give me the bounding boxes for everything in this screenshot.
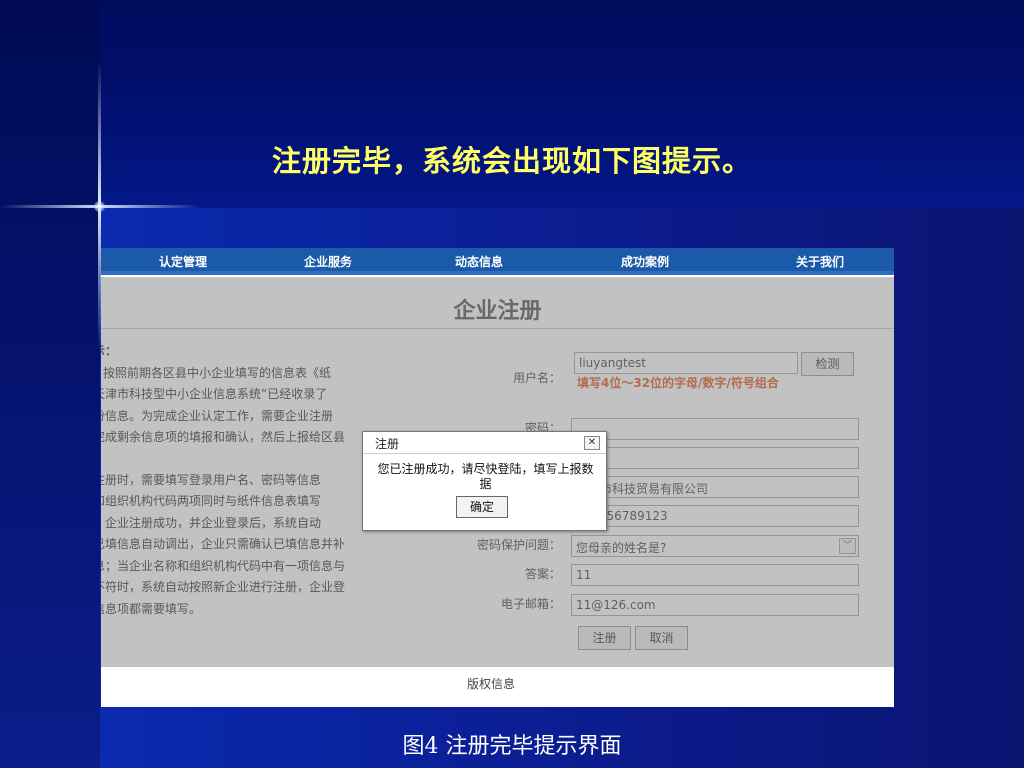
nav-item-about[interactable]: 关于我们: [796, 253, 844, 270]
close-icon[interactable]: ✕: [584, 436, 600, 450]
registration-screenshot: 认定管理 企业服务 动态信息 成功案例 关于我们 企业注册 示： 按照前期各区县…: [101, 248, 894, 707]
register-success-dialog: 注册 ✕ 您已注册成功，请尽快登陆，填写上报数据 确定: [362, 431, 607, 531]
copyright-text: 版权信息: [466, 677, 515, 691]
figure-caption: 图4 注册完毕提示界面: [402, 734, 622, 759]
nav-item-news[interactable]: 动态信息: [455, 253, 503, 270]
nav-item-certification[interactable]: 认定管理: [159, 253, 207, 270]
dialog-message: 您已注册成功，请尽快登陆，填写上报数据: [377, 462, 594, 491]
decorative-flare-core: [94, 201, 105, 212]
footer: 版权信息: [101, 667, 894, 707]
ok-button[interactable]: 确定: [456, 496, 508, 518]
top-nav: 认定管理 企业服务 动态信息 成功案例 关于我们: [101, 248, 894, 275]
slide-title: 注册完毕，系统会出现如下图提示。: [271, 144, 752, 178]
nav-item-cases[interactable]: 成功案例: [621, 253, 669, 270]
nav-item-services[interactable]: 企业服务: [304, 253, 352, 270]
dialog-title: 注册: [363, 432, 606, 454]
